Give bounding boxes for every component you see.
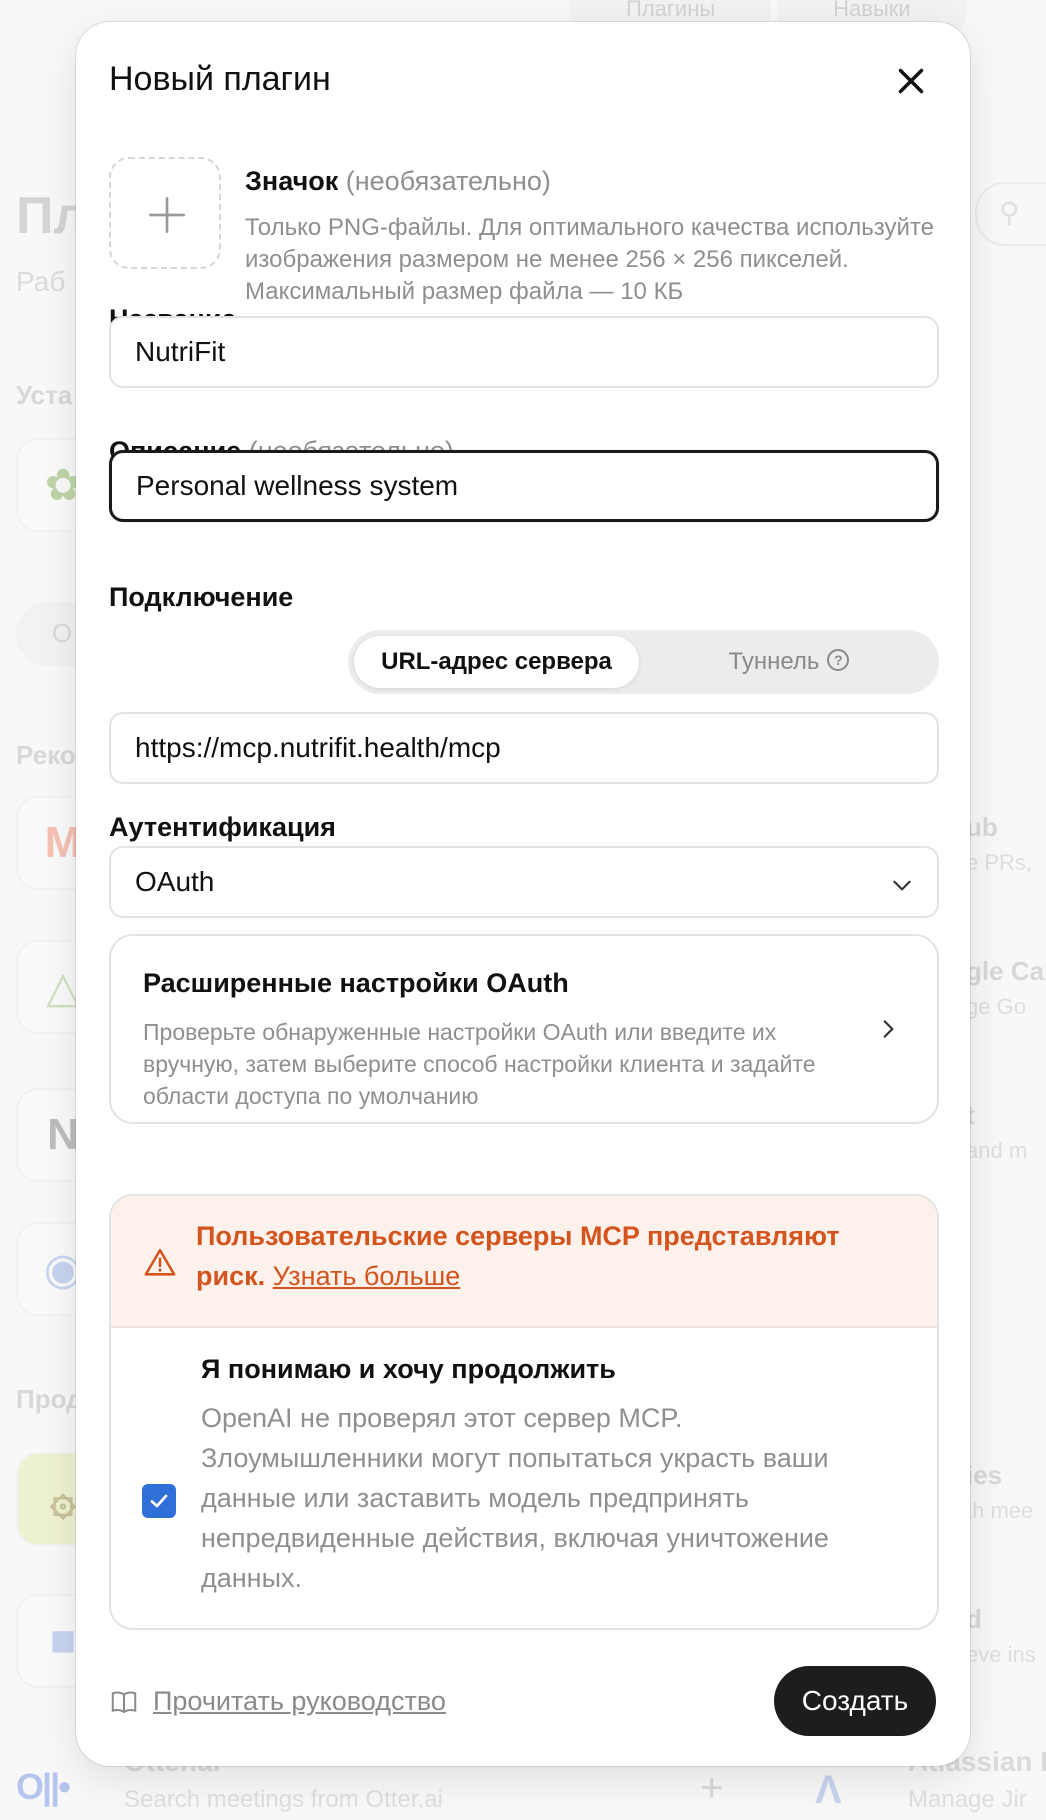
read-guide-label: Прочитать руководство	[153, 1686, 446, 1716]
acknowledge-title: Я понимаю и хочу продолжить	[201, 1354, 616, 1384]
description-input[interactable]	[109, 450, 939, 522]
optional-hint: (необязательно)	[345, 166, 551, 196]
auth-select[interactable]: OAuth	[109, 846, 939, 918]
acknowledge-checkbox[interactable]	[142, 1484, 176, 1518]
risk-warning-text: Пользовательские серверы MCP представляю…	[196, 1221, 840, 1291]
learn-more-link[interactable]: Узнать больше	[273, 1261, 461, 1291]
new-plugin-dialog: Новый плагин Значок (необязательно) Толь…	[76, 22, 970, 1766]
advanced-desc: Проверьте обнаруженные настройки OAuth и…	[143, 1019, 816, 1109]
risk-warning-header: Пользовательские серверы MCP представляю…	[111, 1196, 937, 1328]
acknowledge-desc: OpenAI не проверял этот сервер MCP. Злоу…	[201, 1403, 829, 1593]
risk-warning-panel: Пользовательские серверы MCP представляю…	[109, 1194, 939, 1630]
create-button[interactable]: Создать	[774, 1666, 936, 1736]
close-button[interactable]	[890, 60, 932, 102]
check-icon	[150, 1494, 168, 1508]
auth-label: Аутентификация	[109, 812, 336, 842]
book-icon	[111, 1690, 137, 1713]
icon-label: Значок (необязательно)	[245, 166, 551, 196]
plus-icon	[149, 197, 186, 234]
connection-option-tunnel[interactable]: Туннель?	[645, 636, 933, 688]
advanced-title: Расширенные настройки OAuth	[143, 968, 569, 998]
chevron-right-icon	[883, 1020, 894, 1038]
connection-label: Подключение	[109, 582, 294, 612]
auth-select-value: OAuth	[135, 866, 215, 897]
icon-help-text: Только PNG-файлы. Для оптимального качес…	[245, 214, 934, 305]
icon-upload-button[interactable]	[109, 157, 221, 269]
dialog-title: Новый плагин	[109, 60, 331, 98]
name-input[interactable]	[109, 316, 939, 388]
connection-option-server-url[interactable]: URL-адрес сервера	[354, 636, 639, 688]
help-icon[interactable]: ?	[827, 648, 850, 671]
close-icon	[898, 68, 924, 94]
chevron-down-icon	[893, 880, 911, 891]
read-guide-link[interactable]: Прочитать руководство	[109, 1686, 446, 1717]
warning-icon	[144, 1248, 176, 1276]
server-url-input[interactable]	[109, 712, 939, 784]
connection-type-toggle: URL-адрес сервера Туннель?	[348, 630, 939, 694]
advanced-oauth-settings[interactable]: Расширенные настройки OAuth Проверьте об…	[109, 934, 939, 1124]
